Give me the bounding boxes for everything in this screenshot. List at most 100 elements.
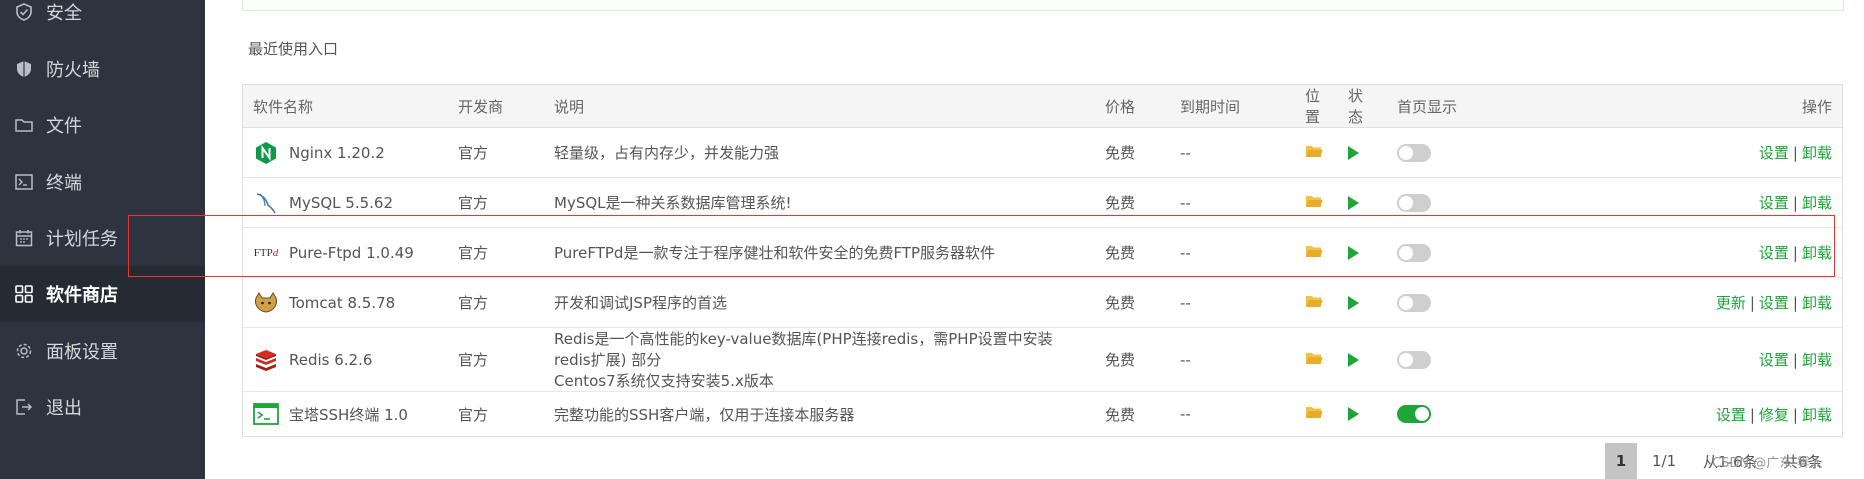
settings-link[interactable]: 设置 [1759, 294, 1789, 312]
table-row: 宝塔SSH终端 1.0 官方 完整功能的SSH客户端，仅用于连接本服务器 免费 … [243, 392, 1843, 437]
uninstall-link[interactable]: 卸载 [1802, 406, 1832, 424]
play-icon[interactable] [1348, 145, 1359, 160]
update-link[interactable]: 更新 [1716, 294, 1746, 312]
description-cell: 轻量级，占有内存少，并发能力强 [544, 127, 1095, 178]
nginx-logo-icon [253, 140, 279, 166]
sidebar-item-label: 计划任务 [46, 229, 118, 250]
separator: | [1749, 294, 1755, 312]
settings-link[interactable]: 设置 [1759, 144, 1789, 162]
uninstall-link[interactable]: 卸载 [1802, 244, 1832, 262]
settings-link[interactable]: 设置 [1759, 194, 1789, 212]
separator: | [1792, 194, 1798, 212]
sidebar-item-logout[interactable]: 退出 [0, 379, 205, 435]
folder-icon[interactable] [1305, 351, 1323, 369]
software-name: MySQL 5.5.62 [289, 193, 393, 212]
ftp-logo-icon: FTP d [253, 240, 279, 266]
col-homepage: 首页显示 [1387, 84, 1502, 128]
repair-link[interactable]: 修复 [1759, 406, 1789, 424]
separator: | [1792, 294, 1798, 312]
folder-icon[interactable] [1305, 244, 1323, 262]
uninstall-link[interactable]: 卸载 [1802, 144, 1832, 162]
folder-icon[interactable] [1305, 144, 1323, 162]
top-panel-edge [242, 0, 1844, 11]
watermark: CSDN @广东-霁人 [1712, 455, 1823, 471]
col-status: 状态 [1338, 84, 1387, 128]
folder-icon[interactable] [1305, 194, 1323, 212]
separator: | [1792, 244, 1798, 262]
col-ops: 操作 [1502, 84, 1843, 128]
uninstall-link[interactable]: 卸载 [1802, 351, 1832, 369]
vendor-cell: 官方 [448, 327, 544, 392]
sidebar-item-security[interactable]: 安全 [0, 0, 205, 40]
settings-link[interactable]: 设置 [1759, 244, 1789, 262]
uninstall-link[interactable]: 卸载 [1802, 194, 1832, 212]
sidebar-item-terminal[interactable]: 终端 [0, 154, 205, 210]
vendor-cell: 官方 [448, 277, 544, 328]
description-cell: 完整功能的SSH客户端，仅用于连接本服务器 [554, 405, 855, 424]
expire-cell: -- [1170, 227, 1295, 278]
expire-cell: -- [1170, 177, 1295, 228]
price-cell: 免费 [1095, 277, 1170, 328]
sidebar-item-label: 面板设置 [46, 342, 118, 363]
table-row: Nginx 1.20.2 官方 轻量级，占有内存少，并发能力强 免费 -- 设置… [242, 127, 1843, 178]
ssh-terminal-icon [253, 401, 279, 427]
play-icon[interactable] [1348, 195, 1359, 210]
col-description: 说明 [544, 84, 1095, 128]
settings-link[interactable]: 设置 [1759, 351, 1789, 369]
homepage-toggle[interactable] [1397, 143, 1431, 162]
play-icon[interactable] [1348, 407, 1359, 421]
separator: | [1792, 144, 1798, 162]
uninstall-link[interactable]: 卸载 [1802, 294, 1832, 312]
expire-cell: -- [1170, 127, 1295, 178]
price-cell: 免费 [1095, 327, 1170, 392]
sidebar-item-label: 软件商店 [46, 285, 118, 306]
settings-link[interactable]: 设置 [1716, 406, 1746, 424]
play-icon[interactable] [1348, 295, 1359, 310]
page-current-button[interactable]: 1 [1605, 443, 1637, 479]
expire-cell: -- [1180, 405, 1191, 423]
homepage-toggle[interactable] [1397, 243, 1431, 262]
play-icon[interactable] [1348, 245, 1359, 260]
homepage-toggle[interactable] [1397, 293, 1431, 312]
separator: | [1792, 405, 1798, 424]
software-table: 软件名称 开发商 说明 价格 到期时间 位置 状态 首页显示 操作 Nginx … [242, 84, 1843, 437]
terminal-icon [14, 172, 34, 192]
sidebar-item-firewall[interactable]: 防火墙 [0, 41, 205, 97]
description-cell: MySQL是一种关系数据库管理系统! [544, 177, 1095, 228]
description-cell: 开发和调试JSP程序的首选 [544, 277, 1095, 328]
table-row: FTP d Pure-Ftpd 1.0.49 官方 PureFTPd是一款专注于程… [242, 227, 1843, 278]
col-location: 位置 [1295, 84, 1338, 128]
col-name: 软件名称 [242, 84, 448, 128]
play-icon[interactable] [1348, 352, 1359, 367]
sidebar-item-label: 安全 [46, 3, 82, 24]
sidebar-item-panel-settings[interactable]: 面板设置 [0, 323, 205, 379]
price-cell: 免费 [1095, 227, 1170, 278]
sidebar: 安全 防火墙 文件 终端 计划任务 软件商店 面板设置 退出 [0, 0, 205, 479]
col-price: 价格 [1095, 84, 1170, 128]
vendor-cell: 官方 [448, 177, 544, 228]
software-name: Tomcat 8.5.78 [289, 293, 396, 312]
sidebar-item-files[interactable]: 文件 [0, 97, 205, 153]
table-row: Redis 6.2.6 官方 Redis是一个高性能的key-value数据库(… [242, 327, 1843, 392]
expire-cell: -- [1170, 327, 1295, 392]
homepage-toggle[interactable] [1397, 193, 1431, 212]
calendar-icon [14, 228, 34, 248]
description-line-1: Redis是一个高性能的key-value数据库(PHP连接redis，需PHP… [554, 330, 1053, 369]
software-name: 宝塔SSH终端 1.0 [289, 405, 408, 424]
vendor-cell: 官方 [448, 127, 544, 178]
separator: | [1749, 405, 1755, 424]
table-header-row: 软件名称 开发商 说明 价格 到期时间 位置 状态 首页显示 操作 [242, 84, 1843, 128]
software-name: Pure-Ftpd 1.0.49 [289, 243, 414, 262]
sidebar-item-app-store[interactable]: 软件商店 [0, 266, 205, 322]
table-row: Tomcat 8.5.78 官方 开发和调试JSP程序的首选 免费 -- 更新 |… [242, 277, 1843, 328]
homepage-toggle[interactable] [1397, 350, 1431, 369]
vendor-cell: 官方 [458, 405, 489, 424]
col-vendor: 开发商 [448, 84, 544, 128]
homepage-toggle[interactable] [1397, 405, 1431, 423]
folder-icon[interactable] [1305, 294, 1323, 312]
expire-cell: -- [1170, 277, 1295, 328]
folder-icon[interactable] [1305, 405, 1323, 423]
sidebar-item-cron[interactable]: 计划任务 [0, 210, 205, 266]
shield-check-icon [14, 2, 34, 22]
software-name: Redis 6.2.6 [289, 350, 373, 369]
